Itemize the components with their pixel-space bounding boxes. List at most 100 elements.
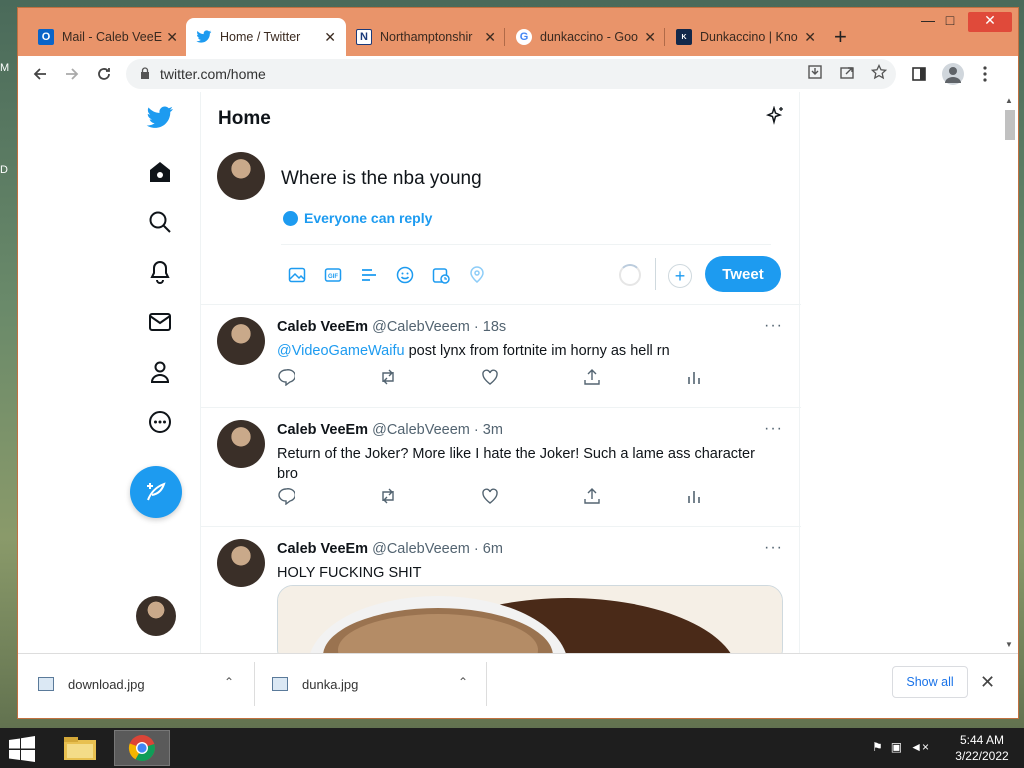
retweet-icon[interactable] xyxy=(379,486,481,506)
forward-button[interactable] xyxy=(60,62,84,86)
chrome-icon[interactable] xyxy=(114,730,170,766)
globe-icon xyxy=(283,210,298,226)
close-icon[interactable]: ✕ xyxy=(324,29,336,46)
location-icon[interactable] xyxy=(459,264,495,286)
account-avatar[interactable] xyxy=(136,596,176,636)
messages-envelope-icon[interactable] xyxy=(144,306,176,338)
mention-link[interactable]: @VideoGameWaifu xyxy=(277,343,405,359)
scroll-thumb[interactable] xyxy=(1005,110,1015,140)
system-tray: ⚑ ▣ ◄× xyxy=(872,740,929,754)
bookmark-star-icon[interactable] xyxy=(870,63,888,82)
reply-icon[interactable] xyxy=(277,486,379,506)
download-item[interactable]: dunka.jpg xyxy=(252,654,358,714)
system-clock[interactable]: 5:44 AM 3/22/2022 xyxy=(952,732,1012,764)
timeline-column: Home Where is the nba young Everyone can… xyxy=(200,92,801,653)
install-icon[interactable] xyxy=(806,64,824,82)
analytics-icon[interactable] xyxy=(685,486,787,506)
poll-icon[interactable] xyxy=(351,264,387,286)
media-icon[interactable] xyxy=(279,264,315,286)
retweet-icon[interactable] xyxy=(379,367,481,387)
close-icon[interactable]: ✕ xyxy=(484,29,496,46)
profile-person-icon[interactable] xyxy=(144,356,176,388)
author-handle[interactable]: @CalebVeeem xyxy=(372,541,470,557)
notifications-bell-icon[interactable] xyxy=(144,256,176,288)
scroll-up-icon[interactable]: ▲ xyxy=(1005,96,1013,105)
share-icon[interactable] xyxy=(838,64,856,82)
new-tab-button[interactable]: + xyxy=(834,24,847,50)
windows-start-icon[interactable] xyxy=(8,736,36,762)
side-panel-icon[interactable] xyxy=(910,66,928,84)
tweet[interactable]: Caleb VeeEm @CalebVeeem · 6m ··· HOLY FU… xyxy=(201,527,801,653)
volume-muted-icon[interactable]: ◄× xyxy=(910,740,929,754)
tab-northamptonshire[interactable]: N Northamptonshir ✕ xyxy=(346,18,506,56)
lock-icon[interactable] xyxy=(140,66,150,82)
chevron-up-icon[interactable]: ⌃ xyxy=(224,675,234,689)
sparkle-icon[interactable] xyxy=(765,105,785,131)
tab-twitter[interactable]: Home / Twitter ✕ xyxy=(186,18,346,56)
tweet[interactable]: Caleb VeeEm @CalebVeeem · 3m ··· Return … xyxy=(201,408,801,526)
tweet-compose-input[interactable]: Where is the nba young xyxy=(281,168,482,190)
scroll-down-icon[interactable]: ▼ xyxy=(1005,640,1013,649)
tweet-time[interactable]: 18s xyxy=(483,319,506,335)
like-heart-icon[interactable] xyxy=(481,367,583,387)
close-icon[interactable]: ✕ xyxy=(804,29,816,46)
close-window-button[interactable]: ✕ xyxy=(968,12,1012,32)
tweet-header: Caleb VeeEm @CalebVeeem · 6m xyxy=(277,541,503,557)
maximize-button[interactable]: □ xyxy=(936,12,964,32)
action-center-flag-icon[interactable]: ⚑ xyxy=(872,740,883,754)
tweet-time[interactable]: 3m xyxy=(483,422,503,438)
address-bar[interactable]: twitter.com/home xyxy=(126,59,896,89)
compose-tweet-button[interactable] xyxy=(130,466,182,518)
dot-separator: · xyxy=(473,422,483,438)
more-options-icon[interactable] xyxy=(144,406,176,438)
author-name[interactable]: Caleb VeeEm xyxy=(277,422,368,438)
tab-mail[interactable]: O Mail - Caleb VeeE ✕ xyxy=(28,18,188,56)
composer-avatar[interactable] xyxy=(217,152,265,200)
more-icon[interactable]: ··· xyxy=(764,317,783,335)
tweet-text: @VideoGameWaifu post lynx from fortnite … xyxy=(277,341,777,361)
tweet-time[interactable]: 6m xyxy=(483,541,503,557)
dot-separator: · xyxy=(473,541,483,557)
gif-icon[interactable]: GIF xyxy=(315,264,351,286)
author-avatar[interactable] xyxy=(217,317,265,365)
add-tweet-button[interactable]: + xyxy=(668,264,692,288)
close-icon[interactable]: ✕ xyxy=(644,29,656,46)
share-icon[interactable] xyxy=(583,486,685,506)
author-avatar[interactable] xyxy=(217,420,265,468)
tweet-media-image[interactable] xyxy=(277,585,783,653)
file-explorer-icon[interactable] xyxy=(52,730,108,766)
reply-setting-button[interactable]: Everyone can reply xyxy=(283,210,432,226)
tweet[interactable]: Caleb VeeEm @CalebVeeem · 18s ··· @Video… xyxy=(201,305,801,407)
back-button[interactable] xyxy=(28,62,52,86)
author-avatar[interactable] xyxy=(217,539,265,587)
tab-google[interactable]: G dunkaccino - Goo ✕ xyxy=(506,18,666,56)
scrollbar[interactable]: ▲ ▼ xyxy=(1001,92,1018,653)
download-item[interactable]: download.jpg xyxy=(18,654,145,714)
more-icon[interactable]: ··· xyxy=(764,539,783,557)
author-name[interactable]: Caleb VeeEm xyxy=(277,541,368,557)
emoji-icon[interactable] xyxy=(387,264,423,286)
share-icon[interactable] xyxy=(583,367,685,387)
twitter-logo-icon[interactable] xyxy=(144,102,176,134)
desktop-text-fragment: M xyxy=(0,62,10,74)
network-icon[interactable]: ▣ xyxy=(891,740,902,754)
explore-search-icon[interactable] xyxy=(144,206,176,238)
more-icon[interactable]: ··· xyxy=(764,420,783,438)
analytics-icon[interactable] xyxy=(685,367,787,387)
menu-kebab-icon[interactable] xyxy=(976,66,994,84)
like-heart-icon[interactable] xyxy=(481,486,583,506)
author-name[interactable]: Caleb VeeEm xyxy=(277,319,368,335)
author-handle[interactable]: @CalebVeeem xyxy=(372,422,470,438)
author-handle[interactable]: @CalebVeeem xyxy=(372,319,470,335)
tab-knowyourmeme[interactable]: K Dunkaccino | Kno ✕ xyxy=(666,18,826,56)
close-icon[interactable]: ✕ xyxy=(166,29,178,46)
reply-icon[interactable] xyxy=(277,367,379,387)
schedule-icon[interactable] xyxy=(423,264,459,286)
close-icon[interactable]: ✕ xyxy=(980,672,995,693)
reload-button[interactable] xyxy=(92,62,116,86)
home-icon[interactable] xyxy=(144,156,176,188)
profile-avatar[interactable] xyxy=(942,63,964,85)
chevron-up-icon[interactable]: ⌃ xyxy=(458,675,468,689)
tweet-button[interactable]: Tweet xyxy=(705,256,781,292)
show-all-button[interactable]: Show all xyxy=(892,666,968,698)
